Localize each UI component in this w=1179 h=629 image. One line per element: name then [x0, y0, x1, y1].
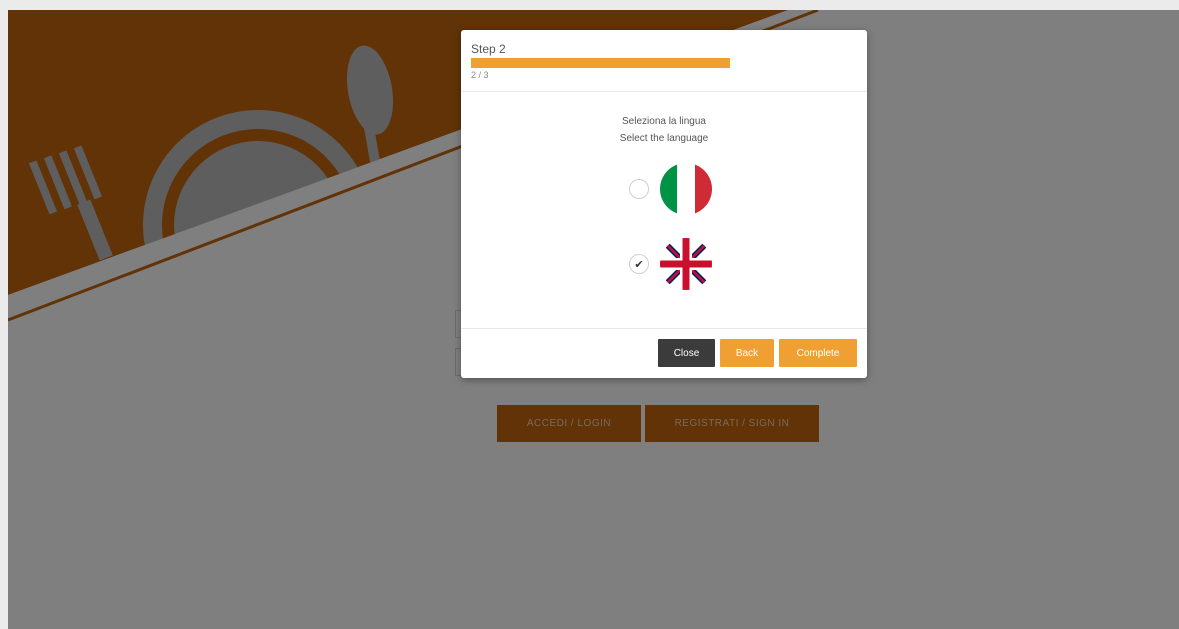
uk-flag-icon[interactable]	[659, 237, 713, 291]
dialog-body: Seleziona la lingua Select the language …	[461, 92, 867, 329]
dialog-header: Step 2 2 / 3	[461, 30, 867, 92]
prompt-english: Select the language	[619, 133, 709, 144]
back-button[interactable]: Back	[720, 339, 774, 367]
step-count: 2 / 3	[471, 70, 489, 80]
progress-bar	[471, 58, 857, 68]
progress-fill	[471, 58, 730, 68]
checkmark-icon: ✔	[634, 258, 644, 271]
radio-italian[interactable]	[629, 179, 649, 199]
radio-english[interactable]: ✔	[629, 254, 649, 274]
prompt-italian: Seleziona la lingua	[622, 116, 706, 127]
step-title: Step 2	[471, 42, 506, 56]
language-option-italian[interactable]	[629, 162, 713, 216]
language-wizard-dialog: Step 2 2 / 3 Seleziona la lingua Select …	[461, 30, 867, 378]
complete-button[interactable]: Complete	[779, 339, 857, 367]
italy-flag-icon[interactable]	[659, 162, 713, 216]
close-button[interactable]: Close	[658, 339, 715, 367]
dialog-footer: Close Back Complete	[461, 328, 867, 378]
language-option-english[interactable]: ✔	[629, 237, 713, 291]
